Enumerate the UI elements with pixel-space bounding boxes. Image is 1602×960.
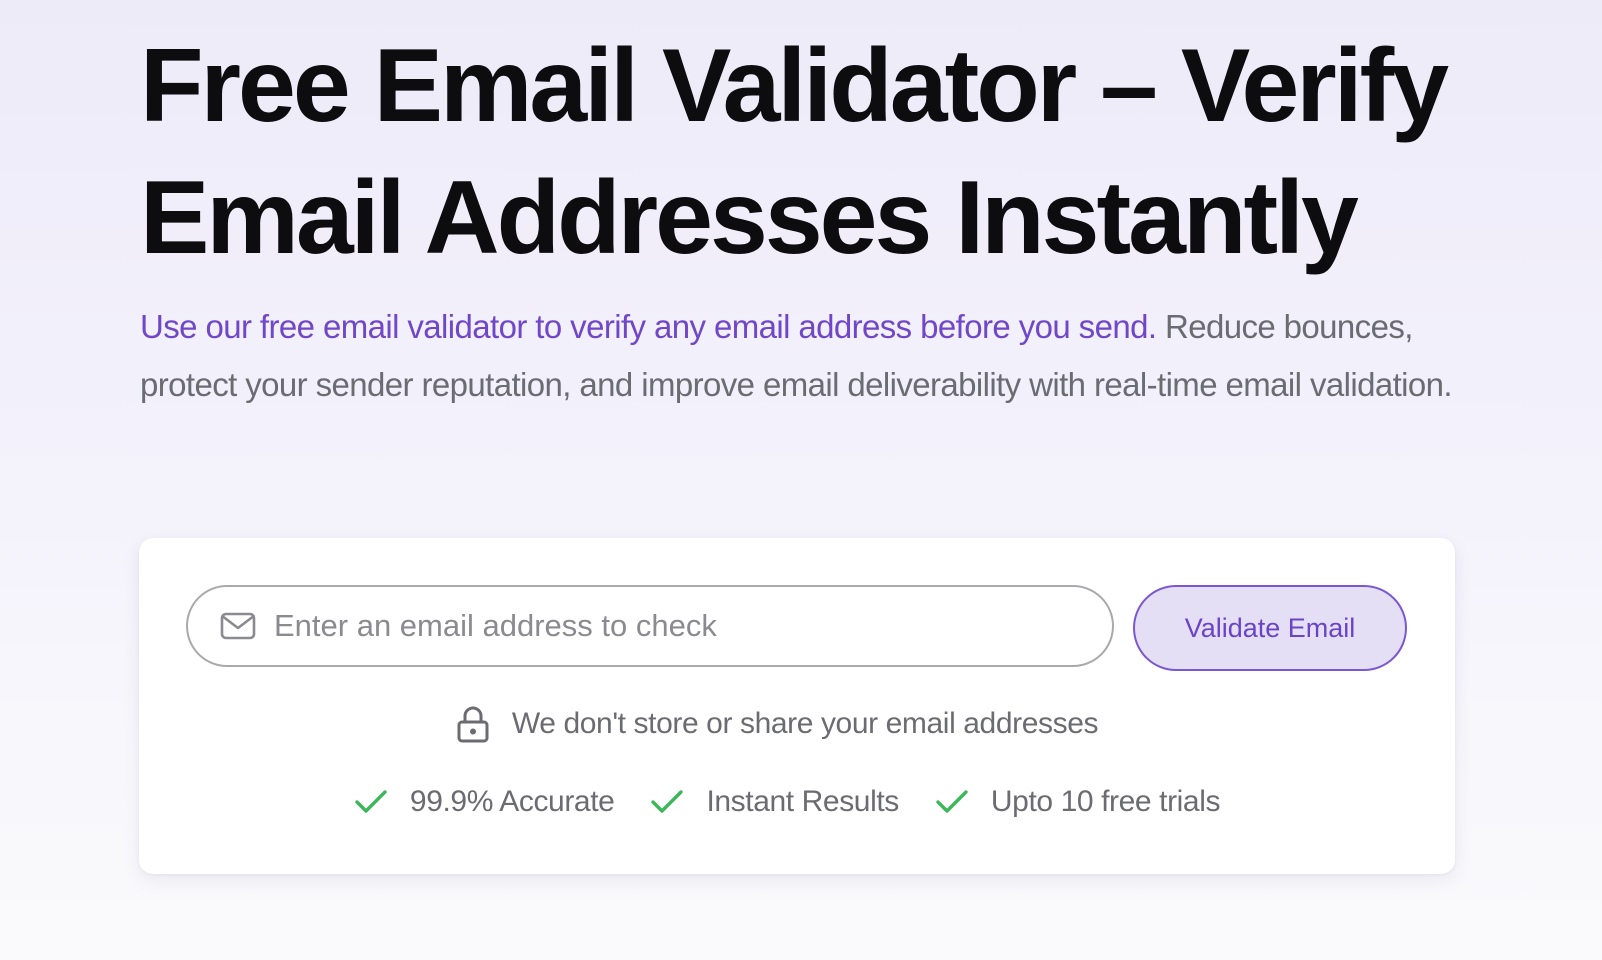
validate-email-button[interactable]: Validate Email <box>1133 585 1407 671</box>
page-title-line-1: Free Email Validator – Verify <box>140 28 1449 144</box>
privacy-note-text: We don't store or share your email addre… <box>511 707 1099 740</box>
feature-label: Upto 10 free trials <box>990 785 1221 818</box>
check-icon <box>651 790 684 813</box>
mail-icon <box>220 612 256 640</box>
hero-description: Use our free email validator to verify a… <box>140 298 1465 414</box>
feature-item-free-trials: Upto 10 free trials <box>935 785 1220 819</box>
check-icon <box>936 790 968 813</box>
validator-card: Validate Email We don't store or share y… <box>139 538 1455 874</box>
page-title: Free Email Validator – Verify Email Addre… <box>140 20 1470 284</box>
feature-label: 99.9% Accurate <box>409 785 615 818</box>
check-icon <box>355 790 387 813</box>
feature-item-instant: Instant Results <box>650 785 899 819</box>
privacy-note: We don't store or share your email addre… <box>139 702 1455 746</box>
feature-list: 99.9% Accurate Instant Results Upto 10 f… <box>129 780 1445 824</box>
lock-icon <box>457 706 489 743</box>
email-input[interactable] <box>274 587 1094 665</box>
feature-item-accuracy: 99.9% Accurate <box>354 785 615 819</box>
hero-description-highlight: Use our free email validator to verify a… <box>140 308 1157 345</box>
page-title-line-2: Email Addresses Instantly <box>140 160 1359 276</box>
feature-label: Instant Results <box>706 785 899 818</box>
email-input-container[interactable] <box>186 585 1114 667</box>
